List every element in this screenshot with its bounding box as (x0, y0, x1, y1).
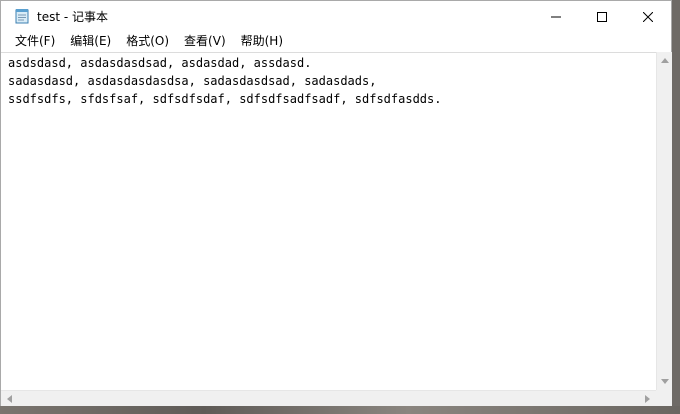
maximize-button[interactable] (579, 1, 625, 31)
desktop-background (0, 406, 680, 414)
notepad-icon[interactable] (15, 8, 29, 24)
scroll-right-icon[interactable] (639, 391, 656, 407)
maximize-icon (597, 7, 607, 26)
notepad-window: test - 记事本 文件(F) 编辑(E) 格式(O) 查看(V) 帮助(H)… (0, 0, 672, 406)
text-line: sadasdasd, asdasdasdasdsa, sadasdasdsad,… (8, 74, 377, 88)
text-editor[interactable]: asdsdasd, asdasdasdsad, asdasdad, assdas… (1, 52, 656, 390)
minimize-button[interactable] (533, 1, 579, 31)
menu-format[interactable]: 格式(O) (120, 31, 175, 52)
text-line: ssdfsdfs, sfdsfsaf, sdfsdfsdaf, sdfsdfsa… (8, 92, 442, 106)
menu-help[interactable]: 帮助(H) (235, 31, 289, 52)
menu-file[interactable]: 文件(F) (9, 31, 61, 52)
scroll-up-icon[interactable] (657, 52, 673, 69)
menu-edit[interactable]: 编辑(E) (64, 31, 117, 52)
horizontal-scrollbar[interactable] (1, 390, 656, 406)
scroll-left-icon[interactable] (1, 391, 18, 407)
minimize-icon (551, 7, 561, 26)
vertical-scrollbar[interactable] (656, 52, 672, 390)
menu-view[interactable]: 查看(V) (178, 31, 232, 52)
text-line: asdsdasd, asdasdasdsad, asdasdad, assdas… (8, 56, 312, 70)
scrollbar-corner (656, 390, 672, 406)
window-title: test - 记事本 (37, 10, 109, 24)
title-bar[interactable]: test - 记事本 (1, 1, 671, 31)
scroll-down-icon[interactable] (657, 373, 673, 390)
close-icon (642, 7, 654, 26)
menu-bar: 文件(F) 编辑(E) 格式(O) 查看(V) 帮助(H) (1, 31, 671, 52)
close-button[interactable] (625, 1, 671, 31)
